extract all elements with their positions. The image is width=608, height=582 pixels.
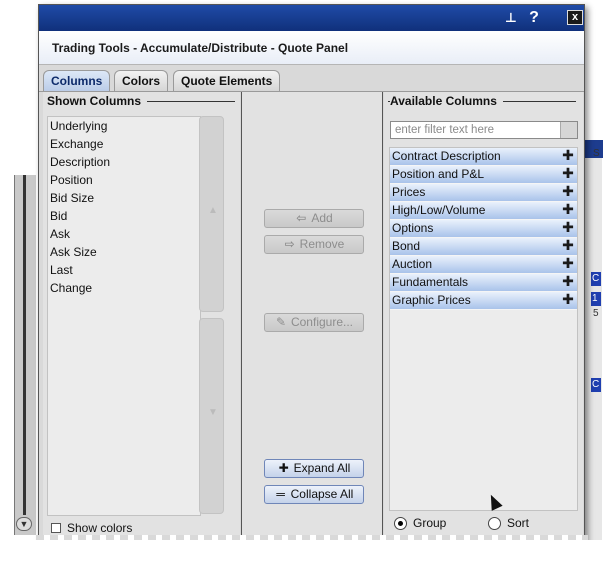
- expand-plus-icon[interactable]: ✚: [562, 292, 574, 306]
- list-item-label: Bond: [392, 239, 421, 253]
- expand-plus-icon[interactable]: ✚: [562, 220, 574, 234]
- move-down-button[interactable]: ▼: [199, 318, 224, 514]
- list-item[interactable]: Description: [48, 153, 200, 171]
- available-columns-panel: Available Columns enter filter text here…: [384, 92, 583, 542]
- expand-plus-icon[interactable]: ✚: [562, 274, 574, 288]
- list-item[interactable]: Bond ✚: [390, 238, 577, 256]
- tab-columns[interactable]: Columns: [43, 70, 111, 92]
- arrow-left-icon: ⇦: [296, 211, 307, 225]
- sort-radio[interactable]: [488, 516, 501, 530]
- available-columns-title: Available Columns: [390, 94, 503, 108]
- filter-clear-icon[interactable]: [560, 122, 577, 138]
- arrow-down-icon: ▼: [208, 407, 218, 418]
- sort-option[interactable]: Sort: [488, 516, 529, 530]
- title-bar: ⊥ ? x: [39, 5, 584, 31]
- plus-icon: ✚: [278, 461, 289, 475]
- list-item-label: High/Low/Volume: [392, 203, 486, 217]
- show-colors-checkbox[interactable]: [51, 523, 61, 533]
- remove-button[interactable]: ⇨ Remove: [264, 235, 364, 254]
- expand-plus-icon[interactable]: ✚: [562, 256, 574, 270]
- background-row-fragment: C: [591, 378, 601, 392]
- list-item[interactable]: Prices ✚: [390, 184, 577, 202]
- list-item[interactable]: Change: [48, 279, 200, 297]
- close-button[interactable]: x: [567, 10, 583, 25]
- scroll-down-icon[interactable]: ▼: [16, 517, 32, 531]
- configure-button[interactable]: ✎ Configure...: [264, 313, 364, 332]
- list-item[interactable]: Bid Size: [48, 189, 200, 207]
- expand-plus-icon[interactable]: ✚: [562, 166, 574, 180]
- list-item-label: Options: [392, 221, 434, 235]
- configure-label: Configure...: [290, 315, 354, 329]
- list-item[interactable]: Exchange: [48, 135, 200, 153]
- shown-columns-title: Shown Columns: [47, 94, 147, 108]
- help-button[interactable]: ?: [525, 9, 543, 27]
- arrow-right-icon: ⇨: [284, 237, 295, 251]
- background-scroll-strip: ▼: [14, 175, 36, 535]
- group-option[interactable]: Group: [394, 516, 446, 530]
- collapse-all-label: Collapse All: [290, 487, 354, 501]
- pin-icon[interactable]: ⊥: [502, 9, 520, 27]
- shown-columns-list[interactable]: Underlying Exchange Description Position Bid…: [47, 116, 201, 516]
- torn-edge-background: [0, 540, 608, 582]
- available-columns-list[interactable]: Contract Description ✚ Position and P&L ✚ Pr…: [389, 147, 578, 511]
- expand-plus-icon[interactable]: ✚: [562, 238, 574, 252]
- arrow-up-icon: ▲: [208, 205, 218, 216]
- configuration-dialog: ⊥ ? x Trading Tools - Accumulate/Distrib…: [38, 4, 585, 544]
- background-text-fragment: 5: [593, 308, 599, 319]
- list-item[interactable]: High/Low/Volume ✚: [390, 202, 577, 220]
- collapse-all-button[interactable]: ═ Collapse All: [264, 485, 364, 504]
- list-item-label: Fundamentals: [392, 275, 469, 289]
- expand-plus-icon[interactable]: ✚: [562, 202, 574, 216]
- filter-input[interactable]: enter filter text here: [390, 121, 578, 139]
- dialog-header: Trading Tools - Accumulate/Distribute - …: [39, 31, 584, 65]
- list-item-label: Auction: [392, 257, 433, 271]
- list-item[interactable]: Contract Description ✚: [390, 148, 577, 166]
- page-title: Trading Tools - Accumulate/Distribute - …: [52, 41, 349, 55]
- list-item-label: Contract Description: [392, 149, 501, 163]
- background-text-fragment: S: [593, 148, 600, 159]
- background-row-fragment: 1: [591, 292, 601, 306]
- minus-icon: ═: [276, 487, 285, 501]
- list-item[interactable]: Last: [48, 261, 200, 279]
- list-item[interactable]: Options ✚: [390, 220, 577, 238]
- show-colors-label: Show colors: [67, 521, 133, 535]
- list-item[interactable]: Position: [48, 171, 200, 189]
- expand-all-button[interactable]: ✚ Expand All: [264, 459, 364, 478]
- reorder-controls: ▲ ▼: [199, 116, 224, 516]
- add-label: Add: [311, 211, 333, 225]
- wrench-icon: ✎: [275, 315, 286, 329]
- show-colors-option[interactable]: Show colors: [51, 521, 132, 535]
- list-item-label: Position and P&L: [392, 167, 485, 181]
- add-button[interactable]: ⇦ Add: [264, 209, 364, 228]
- list-item[interactable]: Ask: [48, 225, 200, 243]
- list-item[interactable]: Graphic Prices ✚: [390, 292, 577, 310]
- list-item[interactable]: Position and P&L ✚: [390, 166, 577, 184]
- move-up-button[interactable]: ▲: [199, 116, 224, 312]
- list-item[interactable]: Bid: [48, 207, 200, 225]
- background-row-fragment: C: [591, 272, 601, 286]
- list-item-label: Graphic Prices: [392, 293, 471, 307]
- list-item-label: Prices: [392, 185, 426, 199]
- tab-colors[interactable]: Colors: [114, 70, 169, 92]
- group-radio[interactable]: [394, 516, 407, 530]
- expand-plus-icon[interactable]: ✚: [562, 148, 574, 162]
- group-label: Group: [413, 516, 447, 530]
- remove-label: Remove: [299, 237, 345, 251]
- tab-bar: Columns Colors Quote Elements: [39, 67, 584, 92]
- list-item[interactable]: Fundamentals ✚: [390, 274, 577, 292]
- expand-all-label: Expand All: [293, 461, 351, 475]
- action-panel: ⇦ Add ⇨ Remove ✎ Configure... ✚ Expand All ═…: [241, 92, 383, 542]
- list-item[interactable]: Ask Size: [48, 243, 200, 261]
- sort-label: Sort: [507, 516, 530, 530]
- background-scroll-track: [23, 175, 26, 515]
- tab-quote-elements[interactable]: Quote Elements: [173, 70, 281, 92]
- list-item[interactable]: Auction ✚: [390, 256, 577, 274]
- expand-plus-icon[interactable]: ✚: [562, 184, 574, 198]
- shown-columns-panel: Shown Columns Underlying Exchange Descript…: [43, 92, 240, 542]
- list-item[interactable]: Underlying: [48, 117, 200, 135]
